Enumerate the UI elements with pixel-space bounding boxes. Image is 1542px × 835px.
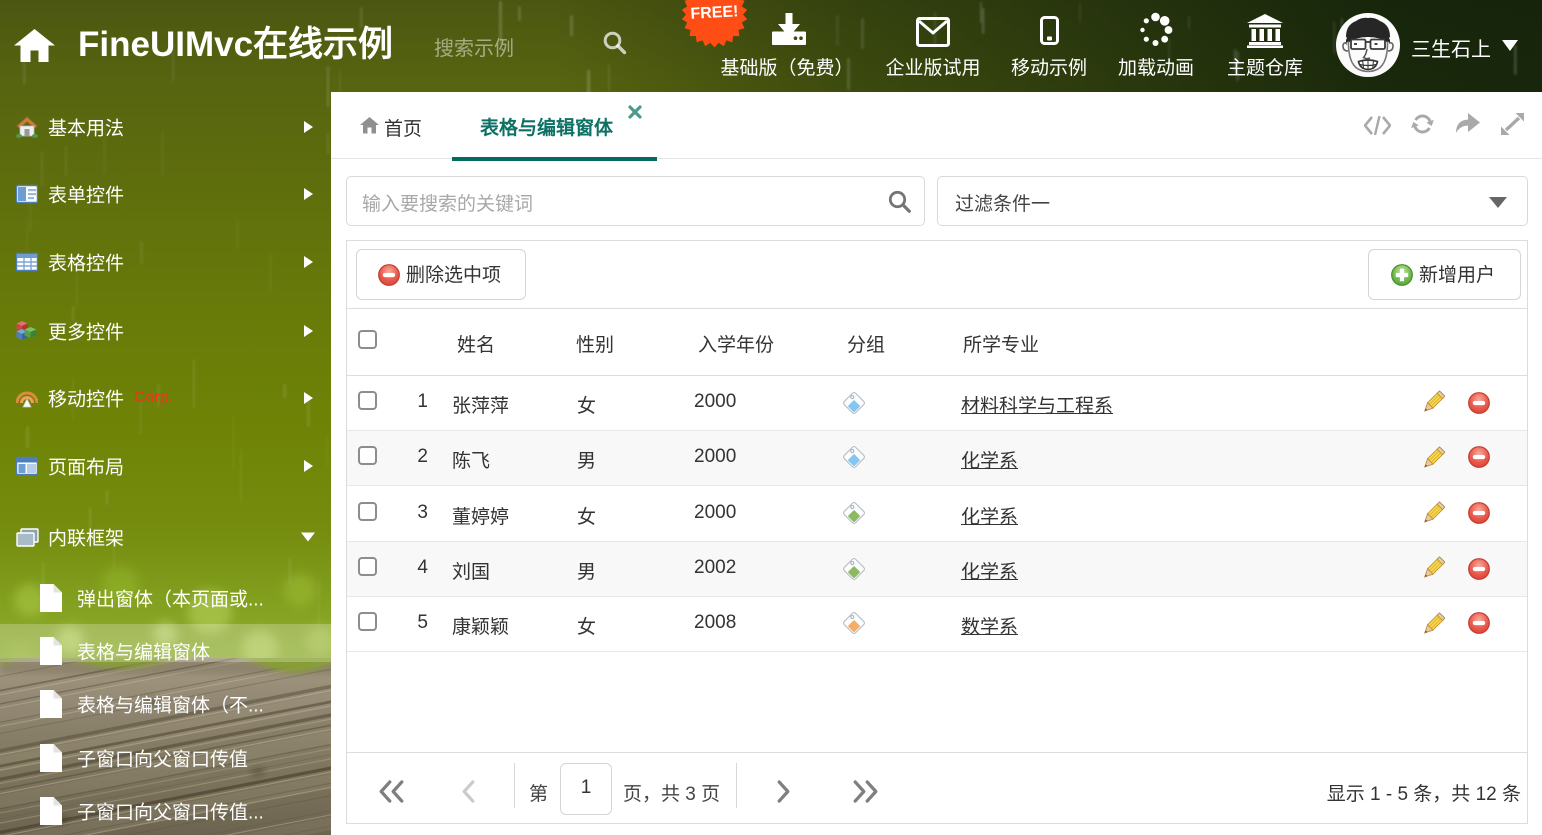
svg-text:FREE!: FREE! xyxy=(690,3,739,22)
